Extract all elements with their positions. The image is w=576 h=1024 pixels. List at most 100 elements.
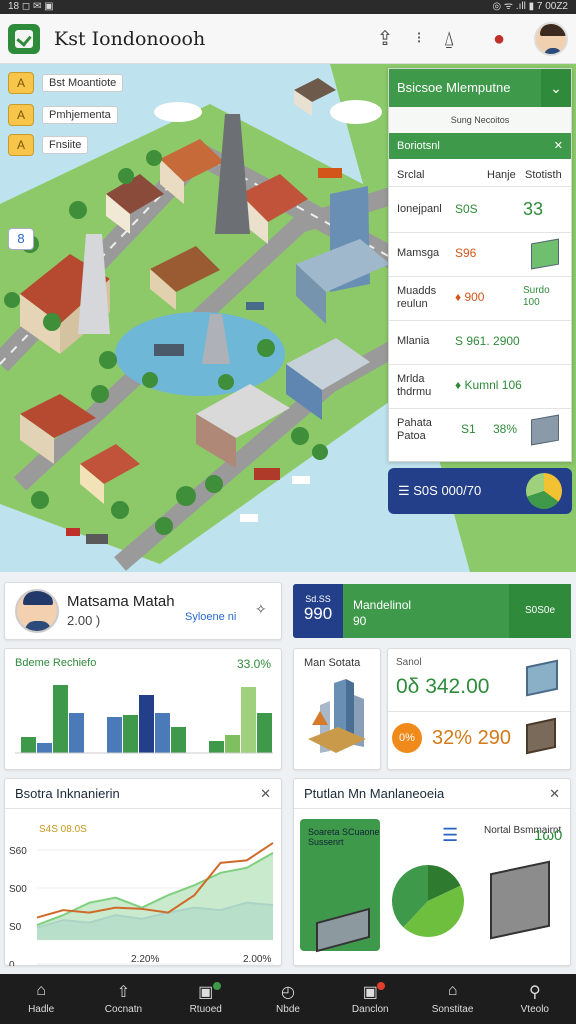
building-icon <box>531 238 559 270</box>
map-chip-1[interactable]: A Bst Moantiote <box>8 72 124 94</box>
nav-label: Rtuoed <box>189 1004 222 1015</box>
legend-label: S4S 08.0S <box>39 824 87 835</box>
city-card[interactable]: Man Sotata <box>293 648 381 770</box>
stats-row-3[interactable]: Muadds reulun ♦ 900 Surdo 100 <box>389 277 571 321</box>
bar <box>241 687 256 753</box>
map-chip-3[interactable]: A Fnsiite <box>8 134 89 156</box>
city-skyline-icon <box>308 679 366 753</box>
close-icon[interactable]: ✕ <box>549 779 560 809</box>
row-name: Ionejpanl <box>397 203 442 215</box>
nav-clock[interactable]: ◴ Nbde <box>247 974 329 1024</box>
map-chip-1-label: Bst Moantiote <box>42 74 124 92</box>
user-card[interactable]: Matsama Matah 2.00 ) Syloene ni ✧ <box>4 582 282 640</box>
green-tile-label: Soareta SCuaone Sussenrt <box>308 827 380 847</box>
profile-icon: ⚲ <box>528 984 541 1001</box>
stats-section-header: Boriotsnl ✕ <box>389 133 571 159</box>
bar <box>257 713 272 753</box>
nav-upload[interactable]: ⇧ Cocnatn <box>82 974 164 1024</box>
close-icon[interactable]: ✕ <box>260 779 271 809</box>
summary-bar[interactable]: ☰ S0S 000/70 <box>388 468 572 514</box>
status-left: 18 ◻ ✉ ▣ <box>8 1 54 12</box>
row-name: Muadds reulun <box>397 285 437 310</box>
green-tile[interactable]: Soareta SCuaone Sussenrt <box>300 819 380 953</box>
block-icon <box>316 907 370 953</box>
nav-label: Vteolo <box>520 1004 549 1015</box>
highlight-number-box: Sd.SS 990 <box>293 584 343 638</box>
nav-alerts[interactable]: ▣ Danclon <box>329 974 411 1024</box>
nav-services[interactable]: ⌂ Sonstitae <box>411 974 493 1024</box>
notification-bell-icon[interactable]: ⍙ <box>436 26 462 52</box>
x-tick-label: 2.00% <box>243 954 271 965</box>
bar <box>107 717 122 753</box>
mini-pie-chart-icon <box>526 473 562 509</box>
divider <box>388 711 570 712</box>
stats-panel: Bsicsoe Mlemputne ⌄ Sung Necoitos Boriot… <box>388 68 572 462</box>
bar <box>139 695 154 753</box>
stats-row-2[interactable]: Mamsga S96 <box>389 233 571 277</box>
bar <box>37 743 52 753</box>
nav-label: Danclon <box>351 1004 389 1015</box>
map-chip-2-label: Pmhjementa <box>42 106 118 124</box>
highlight-number: 990 <box>303 604 333 623</box>
stats-row-1[interactable]: Ionejpanl S0S 33 <box>389 189 571 233</box>
pie-number: 1ω0 <box>534 827 563 844</box>
bar <box>123 715 138 753</box>
alert-icon: ▣ <box>362 984 378 1001</box>
y-tick-label: 0 <box>9 960 15 966</box>
bar <box>171 727 186 753</box>
x-tick-label: 2.20% <box>131 954 159 965</box>
pie-chart-title: Ptutlan Mn Manlaneoeia <box>304 786 445 801</box>
stats-column-headers: Srclal Hanje Stotisth <box>389 165 571 187</box>
row-stat: Surdo 100 <box>523 285 550 308</box>
sparkle-icon[interactable]: ✧ <box>255 601 267 618</box>
building-icon <box>526 659 558 697</box>
highlight-action[interactable]: S0S0e <box>509 584 571 638</box>
stats-panel-header[interactable]: Bsicsoe Mlemputne ⌄ <box>389 69 571 107</box>
row-value: S1 <box>461 422 476 436</box>
nav-profile[interactable]: ⚲ Vteolo <box>494 974 576 1024</box>
row-name: Pahata Patoa <box>397 417 432 442</box>
nav-home[interactable]: ⌂ Hadle <box>0 974 82 1024</box>
location-pin-icon[interactable]: ● <box>486 26 512 52</box>
building-icon <box>490 860 550 940</box>
more-icon[interactable]: ⁝ <box>406 26 432 52</box>
stats-panel-subtitle: Sung Necoitos <box>389 107 571 133</box>
pie-chart-card: Ptutlan Mn Manlaneoeia ✕ Soareta SCuaone… <box>293 778 571 966</box>
bar-chart <box>15 685 273 754</box>
map-info-button[interactable]: 8 <box>8 228 34 250</box>
column-header-1: Srclal <box>397 169 425 181</box>
stats-card-label: Sanol <box>396 657 422 668</box>
summary-bar-text: ☰ S0S 000/70 <box>398 483 482 498</box>
user-link[interactable]: Syloene ni <box>185 611 236 623</box>
bar-chart-card: Bdeme Rechiefo 33.0% <box>4 648 282 770</box>
line-chart-card: Bsotra Inknanierin ✕ S4S 08.0S S60 S00 S0 0 2… <box>4 778 282 966</box>
line-chart-title: Bsotra Inknanierin <box>15 786 120 801</box>
nav-label: Cocnatn <box>104 1004 143 1015</box>
stats-card-value-1: 0δ 342.00 <box>396 675 490 698</box>
map-chip-2[interactable]: A Pmhjementa <box>8 104 118 126</box>
status-right: ◎ ᯤ .ıll ▮ 7 00Z2 <box>492 1 568 12</box>
stats-row-4[interactable]: Mlania S 961. 2900 <box>389 321 571 365</box>
stats-row-6[interactable]: Pahata Patoa S1 38% <box>389 409 571 453</box>
building-icon <box>531 414 559 446</box>
app-logo-icon[interactable] <box>8 24 40 54</box>
share-icon[interactable]: ⇪ <box>372 26 398 52</box>
chevron-down-icon[interactable]: ⌄ <box>541 69 571 107</box>
stats-row-5[interactable]: Mrlda thdrmu ♦ Kumnl 106 <box>389 365 571 409</box>
row-name: Mlania <box>397 335 430 347</box>
status-bar: 18 ◻ ✉ ▣ ◎ ᯤ .ıll ▮ 7 00Z2 <box>0 0 576 14</box>
close-icon[interactable]: ✕ <box>554 133 563 159</box>
pie-chart-header: Ptutlan Mn Manlaneoeia ✕ <box>294 779 570 809</box>
highlight-card[interactable]: Sd.SS 990 Mandelinol 90 S0S0e <box>293 584 571 638</box>
bar <box>209 741 224 753</box>
upload-icon: ⇧ <box>116 984 131 1001</box>
nav-label: Nbde <box>276 1004 300 1015</box>
app-title: Kst Iondonoooh <box>54 28 206 50</box>
profile-avatar[interactable] <box>534 22 568 56</box>
stats-card[interactable]: Sanol 0δ 342.00 0% 32% 290 <box>387 648 571 770</box>
nav-reports[interactable]: ▣ Rtuoed <box>165 974 247 1024</box>
bar <box>53 685 68 753</box>
user-subtitle: 2.00 ) <box>67 613 101 628</box>
column-header-3: Stotisth <box>525 169 562 181</box>
stats-card-value-2: 32% 290 <box>432 727 511 749</box>
